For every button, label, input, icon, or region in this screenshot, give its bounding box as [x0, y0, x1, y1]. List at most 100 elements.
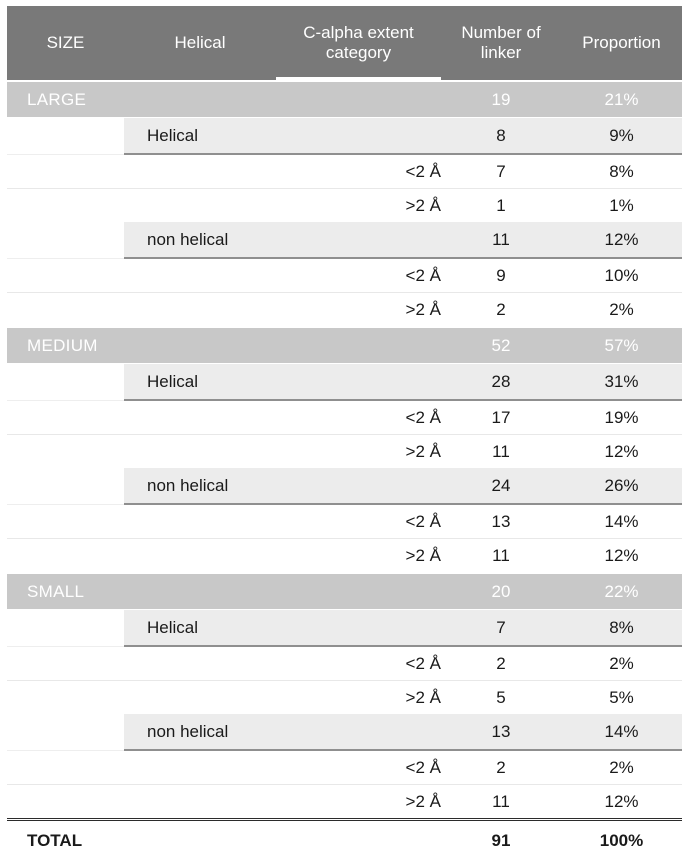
- table-row: <2 Å22%: [7, 646, 682, 681]
- cell-helical: [124, 189, 276, 223]
- cell-proportion: 10%: [561, 258, 682, 293]
- cell-helical: Helical: [124, 364, 276, 401]
- cell-linker-count: 28: [441, 364, 561, 401]
- table-row: <2 Å78%: [7, 154, 682, 189]
- cell-helical: [124, 154, 276, 189]
- table-row: Helical89%: [7, 118, 682, 155]
- cell-helical: [124, 504, 276, 539]
- cell-size: [7, 435, 124, 469]
- cell-extent: <2 Å: [276, 646, 441, 681]
- cell-size: SMALL: [7, 573, 124, 610]
- cell-extent: >2 Å: [276, 785, 441, 820]
- cell-helical: [124, 293, 276, 328]
- cell-helical: non helical: [124, 468, 276, 504]
- cell-proportion: 19%: [561, 400, 682, 435]
- cell-size: [7, 364, 124, 401]
- cell-proportion: 8%: [561, 154, 682, 189]
- table-header-row: SIZE Helical C-alpha extent category Num…: [7, 6, 682, 81]
- cell-helical: [124, 785, 276, 820]
- cell-extent: <2 Å: [276, 154, 441, 189]
- cell-proportion: 5%: [561, 681, 682, 715]
- cell-linker-count: 11: [441, 222, 561, 258]
- cell-linker-count: 11: [441, 435, 561, 469]
- cell-helical: [124, 435, 276, 469]
- cell-extent: >2 Å: [276, 435, 441, 469]
- linker-statistics-table: SIZE Helical C-alpha extent category Num…: [7, 6, 682, 861]
- cell-size: [7, 400, 124, 435]
- cell-proportion: 2%: [561, 750, 682, 785]
- cell-linker-count: 17: [441, 400, 561, 435]
- cell-linker-count: 52: [441, 327, 561, 364]
- cell-helical: Helical: [124, 118, 276, 155]
- cell-extent: >2 Å: [276, 539, 441, 574]
- column-header-proportion: Proportion: [561, 6, 682, 81]
- cell-linker-count: 9: [441, 258, 561, 293]
- table-row: >2 Å1112%: [7, 785, 682, 820]
- table-row: TOTAL91100%: [7, 820, 682, 861]
- cell-size: [7, 646, 124, 681]
- cell-size: [7, 750, 124, 785]
- table-row: non helical1112%: [7, 222, 682, 258]
- cell-extent: [276, 222, 441, 258]
- cell-extent: [276, 468, 441, 504]
- cell-proportion: 100%: [561, 820, 682, 861]
- table-body: LARGE1921%Helical89%<2 Å78%>2 Å11%non he…: [7, 81, 682, 861]
- cell-proportion: 12%: [561, 435, 682, 469]
- table-row: non helical 2426%: [7, 468, 682, 504]
- cell-proportion: 31%: [561, 364, 682, 401]
- cell-linker-count: 2: [441, 750, 561, 785]
- cell-size: [7, 468, 124, 504]
- cell-linker-count: 11: [441, 785, 561, 820]
- cell-proportion: 21%: [561, 81, 682, 118]
- table-row: SMALL2022%: [7, 573, 682, 610]
- table-row: >2 Å1112%: [7, 435, 682, 469]
- cell-helical: [124, 681, 276, 715]
- cell-linker-count: 20: [441, 573, 561, 610]
- cell-extent: [276, 610, 441, 647]
- cell-helical: [124, 400, 276, 435]
- column-header-helical: Helical: [124, 6, 276, 81]
- cell-proportion: 12%: [561, 785, 682, 820]
- cell-helical: non helical: [124, 222, 276, 258]
- cell-size: [7, 118, 124, 155]
- cell-linker-count: 13: [441, 504, 561, 539]
- cell-linker-count: 8: [441, 118, 561, 155]
- cell-extent: [276, 364, 441, 401]
- cell-linker-count: 91: [441, 820, 561, 861]
- table-row: >2 Å55%: [7, 681, 682, 715]
- cell-size: [7, 681, 124, 715]
- cell-helical: [124, 81, 276, 118]
- cell-extent: >2 Å: [276, 681, 441, 715]
- cell-size: [7, 539, 124, 574]
- cell-extent: >2 Å: [276, 293, 441, 328]
- cell-linker-count: 2: [441, 646, 561, 681]
- cell-size: LARGE: [7, 81, 124, 118]
- cell-linker-count: 11: [441, 539, 561, 574]
- cell-extent: [276, 118, 441, 155]
- cell-extent: [276, 327, 441, 364]
- cell-linker-count: 5: [441, 681, 561, 715]
- cell-extent: <2 Å: [276, 258, 441, 293]
- cell-linker-count: 19: [441, 81, 561, 118]
- table-row: Helical 2831%: [7, 364, 682, 401]
- cell-helical: [124, 750, 276, 785]
- cell-size: [7, 154, 124, 189]
- cell-proportion: 2%: [561, 293, 682, 328]
- cell-helical: Helical: [124, 610, 276, 647]
- cell-linker-count: 1: [441, 189, 561, 223]
- cell-linker-count: 7: [441, 610, 561, 647]
- cell-size: [7, 222, 124, 258]
- cell-proportion: 26%: [561, 468, 682, 504]
- cell-size: [7, 189, 124, 223]
- cell-proportion: 12%: [561, 539, 682, 574]
- cell-linker-count: 2: [441, 293, 561, 328]
- cell-linker-count: 24: [441, 468, 561, 504]
- cell-helical: [124, 573, 276, 610]
- cell-linker-count: 7: [441, 154, 561, 189]
- table-row: <2 Å22%: [7, 750, 682, 785]
- column-header-size: SIZE: [7, 6, 124, 81]
- cell-proportion: 14%: [561, 504, 682, 539]
- cell-size: [7, 504, 124, 539]
- cell-proportion: 2%: [561, 646, 682, 681]
- cell-size: [7, 258, 124, 293]
